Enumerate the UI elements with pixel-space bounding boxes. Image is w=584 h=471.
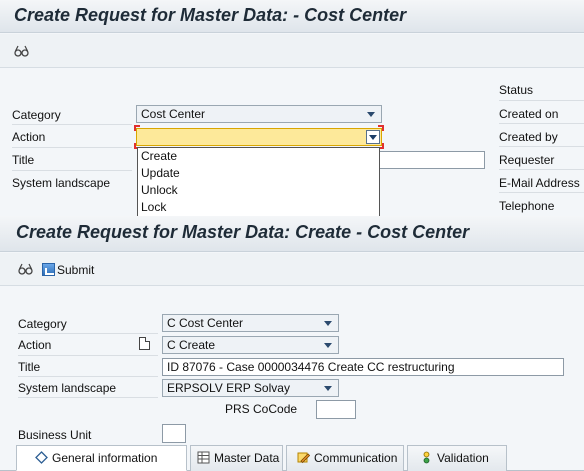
dropdown-option-unlock[interactable]: Unlock — [141, 183, 178, 197]
dropdown-option-update[interactable]: Update — [141, 166, 180, 180]
system-landscape-value: ERPSOLV ERP Solvay — [167, 381, 290, 395]
top-toolbar — [0, 34, 584, 68]
title-input[interactable]: ID 87076 - Case 0000034476 Create CC res… — [162, 358, 564, 376]
chevron-down-icon — [324, 343, 332, 348]
divider — [18, 333, 158, 334]
prs-cocode-label: PRS CoCode — [225, 402, 298, 416]
bottom-window: Create Request for Master Data: Create -… — [0, 216, 584, 471]
category-select[interactable]: C Cost Center — [162, 314, 339, 332]
tab-communication[interactable]: Communication — [286, 445, 404, 471]
divider — [499, 192, 584, 193]
divider — [12, 124, 132, 125]
created-by-label: Created by — [499, 130, 558, 144]
chevron-down-icon — [367, 112, 375, 117]
divider — [18, 397, 158, 398]
category-label: Category — [12, 108, 61, 122]
bottom-toolbar: Submit — [0, 253, 584, 286]
title-label: Title — [18, 360, 41, 374]
page-title: Create Request for Master Data: Create -… — [16, 222, 470, 242]
display-change-icon[interactable] — [14, 44, 30, 58]
tab-label: Validation — [437, 451, 489, 465]
validation-icon — [420, 448, 433, 464]
system-landscape-select[interactable]: ERPSOLV ERP Solvay — [162, 379, 339, 397]
submit-button[interactable]: Submit — [42, 263, 94, 279]
status-label: Status — [499, 83, 534, 97]
divider — [12, 170, 132, 171]
document-icon — [139, 337, 150, 350]
prs-cocode-input[interactable] — [316, 400, 356, 419]
tab-label: Master Data — [214, 451, 280, 465]
submit-icon — [42, 263, 55, 276]
bottom-title-bar: Create Request for Master Data: Create -… — [0, 216, 584, 252]
title-value: ID 87076 - Case 0000034476 Create CC res… — [167, 360, 455, 374]
dropdown-option-lock[interactable]: Lock — [141, 200, 166, 214]
system-landscape-label: System landscape — [18, 381, 117, 395]
business-unit-label: Business Unit — [18, 428, 92, 442]
tab-general-information[interactable]: General information — [16, 445, 187, 471]
requester-label: Requester — [499, 153, 555, 167]
action-label: Action — [12, 130, 46, 144]
email-address-label: E-Mail Address — [499, 176, 580, 190]
category-value: C Cost Center — [167, 316, 244, 330]
divider — [12, 147, 132, 148]
title-input[interactable] — [376, 151, 485, 169]
action-select[interactable] — [136, 128, 382, 146]
chevron-down-icon — [324, 321, 332, 326]
top-window: Create Request for Master Data: - Cost C… — [0, 0, 584, 216]
system-landscape-label: System landscape — [12, 176, 111, 190]
chevron-down-icon — [369, 135, 377, 140]
page-title: Create Request for Master Data: - Cost C… — [14, 5, 407, 25]
category-label: Category — [18, 317, 67, 331]
tab-label: Communication — [314, 451, 398, 465]
category-select[interactable]: Cost Center — [136, 105, 382, 123]
dropdown-button[interactable] — [366, 130, 380, 144]
display-change-icon[interactable] — [18, 262, 34, 276]
submit-label: Submit — [57, 263, 95, 277]
category-value: Cost Center — [141, 107, 206, 121]
edit-pencil-icon — [297, 448, 311, 464]
focus-marker — [378, 125, 384, 131]
focus-marker — [134, 125, 140, 131]
divider — [499, 146, 584, 147]
grid-icon — [197, 448, 210, 464]
diamond-icon — [35, 448, 48, 464]
divider — [18, 376, 158, 377]
tab-master-data[interactable]: Master Data — [190, 445, 283, 471]
title-label: Title — [12, 153, 35, 167]
divider — [499, 123, 584, 124]
created-on-label: Created on — [499, 107, 559, 121]
divider — [18, 355, 158, 356]
tab-label: General information — [52, 451, 158, 465]
divider — [499, 169, 584, 170]
action-value: C Create — [167, 338, 216, 352]
action-label: Action — [18, 338, 52, 352]
chevron-down-icon — [324, 386, 332, 391]
divider — [499, 100, 584, 101]
telephone-label: Telephone — [499, 199, 555, 213]
action-dropdown-list: Create Update Unlock Lock — [137, 147, 380, 216]
top-title-bar: Create Request for Master Data: - Cost C… — [0, 0, 584, 33]
business-unit-input[interactable] — [162, 424, 186, 443]
tab-validation[interactable]: Validation — [407, 445, 507, 471]
action-select[interactable]: C Create — [162, 336, 339, 354]
dropdown-option-create[interactable]: Create — [141, 149, 177, 163]
